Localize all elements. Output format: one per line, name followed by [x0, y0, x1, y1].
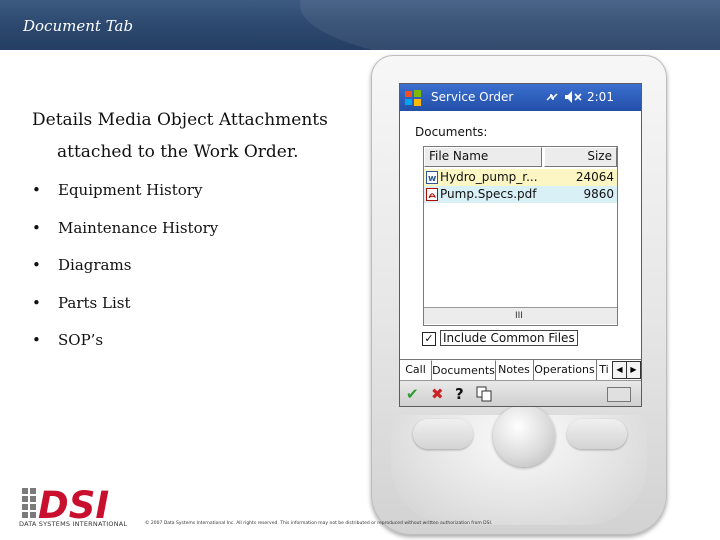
list-header: File Name Size — [424, 147, 617, 167]
bullet-text: Parts List — [58, 293, 131, 312]
windows-start-icon[interactable] — [404, 89, 422, 107]
title-bar: Service Order 2:01 — [400, 84, 641, 111]
pda-right-button[interactable] — [567, 419, 627, 449]
bullet-list: • Equipment History • Maintenance History … — [32, 175, 218, 363]
tab-time-truncated[interactable]: Ti — [596, 360, 612, 380]
bullet-marker: • — [32, 256, 41, 274]
bullet-marker: • — [32, 331, 41, 349]
tab-scroll-arrows: ◀ ▶ — [612, 361, 641, 379]
pdf-doc-icon — [426, 188, 438, 201]
tab-strip: Call Documents Notes Operations Ti ◀ ▶ — [400, 359, 641, 381]
keyboard-icon[interactable] — [607, 387, 631, 402]
cancel-icon[interactable]: ✖ — [431, 385, 444, 403]
word-doc-icon: w — [426, 171, 438, 184]
intro-line-1: Details Media Object Attachments — [32, 110, 328, 130]
bullet-marker: • — [32, 293, 41, 312]
tab-scroll-right-icon[interactable]: ▶ — [626, 361, 641, 379]
column-header-size[interactable]: Size — [544, 147, 617, 167]
bullet-text: Equipment History — [58, 181, 203, 199]
bullet-text: SOP’s — [58, 331, 104, 349]
svg-text:w: w — [428, 174, 436, 184]
tab-operations[interactable]: Operations — [533, 360, 597, 380]
scrollbar-thumb[interactable]: III — [515, 311, 523, 321]
bullet-text: Diagrams — [58, 256, 132, 274]
file-size: 9860 — [583, 187, 614, 201]
file-name: Hydro_pump_r... — [440, 170, 538, 184]
bullet-item: • Equipment History — [32, 175, 218, 213]
include-common-files-label[interactable]: Include Common Files — [440, 330, 578, 346]
checkbox-checked-icon[interactable]: ✓ — [422, 332, 436, 346]
bullet-text: Maintenance History — [58, 218, 219, 237]
tab-scroll-left-icon[interactable]: ◀ — [612, 361, 627, 379]
connectivity-icon[interactable] — [544, 89, 560, 105]
help-icon[interactable]: ? — [455, 385, 464, 403]
bottom-toolbar: ✔ ✖ ? — [400, 380, 641, 406]
pda-left-button[interactable] — [413, 419, 473, 449]
column-header-file-name[interactable]: File Name — [424, 147, 542, 167]
bullet-item: • SOP’s — [32, 325, 218, 363]
bullet-marker: • — [32, 181, 41, 199]
copy-icon[interactable] — [476, 386, 492, 402]
slide-title: Document Tab — [23, 17, 134, 35]
tab-call[interactable]: Call — [400, 360, 432, 380]
documents-label: Documents: — [415, 125, 488, 139]
documents-list[interactable]: File Name Size w Hydro_pump_r... 24064 P… — [423, 146, 618, 326]
header-swoosh — [300, 0, 720, 50]
speaker-muted-icon[interactable] — [564, 90, 584, 104]
bullet-item: • Diagrams — [32, 250, 218, 288]
bullet-item: • Parts List — [32, 288, 218, 326]
intro-text: Details Media Object Attachments attache… — [32, 104, 332, 168]
app-title: Service Order — [431, 90, 514, 104]
tab-documents[interactable]: Documents — [431, 360, 496, 381]
bullet-marker: • — [32, 218, 41, 237]
pda-screen: Service Order 2:01 Documents: File Name … — [399, 83, 642, 407]
file-size: 24064 — [575, 170, 614, 184]
horizontal-scrollbar[interactable]: III — [424, 307, 617, 324]
bullet-item: • Maintenance History — [32, 213, 218, 251]
dsi-logo-subtitle: DATA SYSTEMS INTERNATIONAL — [19, 520, 128, 528]
pda-navigation-pad[interactable] — [493, 405, 555, 467]
ok-icon[interactable]: ✔ — [406, 385, 419, 403]
list-item[interactable]: Pump.Specs.pdf 9860 — [424, 186, 617, 203]
intro-line-2: attached to the Work Order. — [57, 142, 299, 162]
tab-notes[interactable]: Notes — [495, 360, 534, 380]
file-name: Pump.Specs.pdf — [440, 187, 537, 201]
clock-time[interactable]: 2:01 — [587, 90, 614, 104]
slide-header: Document Tab — [0, 0, 720, 50]
list-item[interactable]: w Hydro_pump_r... 24064 — [424, 169, 617, 186]
copyright-notice: © 2007 Data Systems International Inc. A… — [145, 521, 493, 526]
